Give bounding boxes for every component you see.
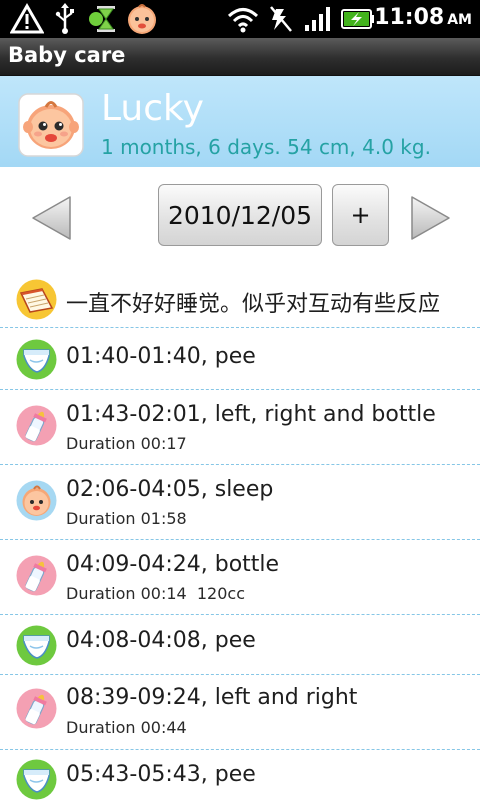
signal-icon [305, 7, 330, 31]
note-icon [16, 279, 57, 320]
add-entry-button[interactable]: + [332, 184, 389, 246]
date-button[interactable]: 2010/12/05 [158, 184, 322, 246]
warning-icon [10, 3, 44, 34]
entry-title: 02:06-04:05, sleep [66, 477, 274, 502]
entry-title: 01:43-02:01, left, right and bottle [66, 402, 436, 427]
baby-face-icon [128, 4, 156, 34]
battery-charging-icon [341, 9, 374, 29]
bottle-icon [16, 688, 57, 729]
baby-name: Lucky [101, 88, 204, 129]
entry-title: 05:43-05:43, pee [66, 762, 256, 787]
status-bar: 11:08 AM [0, 0, 480, 38]
next-day-button[interactable] [408, 194, 452, 242]
entry-duration: Duration 01:58 [66, 509, 187, 528]
bottle-icon [16, 405, 57, 446]
list-item[interactable]: 01:40-01:40, pee [0, 328, 480, 390]
baby-profile-header[interactable]: Lucky 1 months, 6 days. 54 cm, 4.0 kg. [0, 76, 480, 167]
title-bar: Baby care [0, 38, 480, 76]
entry-title: 01:40-01:40, pee [66, 344, 256, 369]
entry-title: 08:39-09:24, left and right [66, 685, 358, 710]
sleep-baby-icon [16, 480, 57, 521]
previous-day-button[interactable] [30, 194, 74, 242]
bottle-icon [16, 555, 57, 596]
baby-avatar[interactable] [18, 93, 84, 157]
usb-icon [55, 3, 74, 34]
list-item[interactable]: 一直不好好睡觉。似乎对互动有些反应 [0, 270, 480, 328]
diaper-icon [16, 625, 57, 666]
entry-duration: Duration 00:14 120cc [66, 584, 245, 603]
entry-title: 04:09-04:24, bottle [66, 552, 280, 577]
diaper-icon [16, 759, 57, 800]
vibrate-icon [270, 6, 292, 32]
list-item[interactable]: 04:08-04:08, pee [0, 615, 480, 675]
entry-duration: Duration 00:17 [66, 434, 187, 453]
entry-title: 一直不好好睡觉。似乎对互动有些反应 [66, 292, 441, 317]
wifi-icon [227, 8, 259, 33]
clock: 11:08 AM [374, 5, 472, 30]
list-item[interactable]: 01:43-02:01, left, right and bottle Dura… [0, 390, 480, 465]
list-item[interactable]: 02:06-04:05, sleep Duration 01:58 [0, 465, 480, 540]
list-item[interactable]: 08:39-09:24, left and right Duration 00:… [0, 675, 480, 750]
hourglass-icon [89, 6, 115, 32]
entry-title: 04:08-04:08, pee [66, 628, 256, 653]
list-item[interactable]: 04:09-04:24, bottle Duration 00:14 120cc [0, 540, 480, 615]
entry-duration: Duration 00:44 [66, 718, 187, 737]
app-title: Baby care [8, 43, 126, 67]
list-item[interactable]: 05:43-05:43, pee [0, 750, 480, 800]
baby-info: 1 months, 6 days. 54 cm, 4.0 kg. [101, 135, 431, 159]
diaper-icon [16, 339, 57, 380]
